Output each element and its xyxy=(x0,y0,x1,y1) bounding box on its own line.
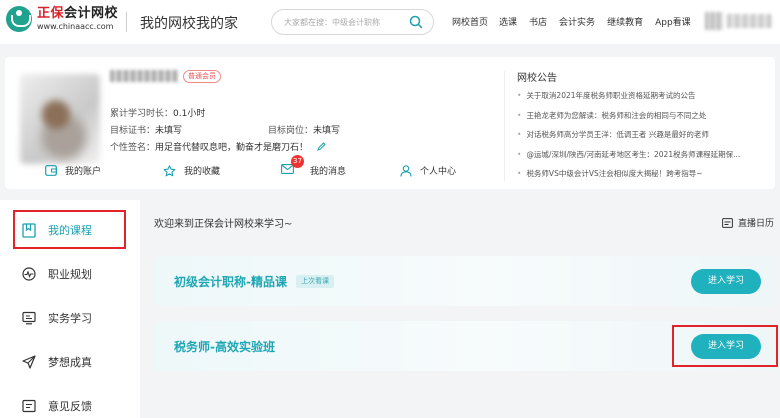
edit-icon[interactable] xyxy=(317,142,326,151)
search-input[interactable] xyxy=(284,15,404,29)
wallet-icon xyxy=(45,165,57,176)
study-time-value: 0.1小时 xyxy=(173,109,206,119)
sidebar-item-career-planning[interactable]: 职业规划 xyxy=(0,254,140,294)
course-name[interactable]: 税务师-高效实验班 xyxy=(174,338,275,355)
live-calendar-link[interactable]: 直播日历 xyxy=(722,216,774,229)
study-time: 累计学习时长：0.1小时 xyxy=(110,106,205,119)
course-card[interactable]: 初级会计职称-精品课 上次看课 进入学习 xyxy=(154,256,776,306)
highlight-outline xyxy=(13,210,126,249)
target-post-value: 未填写 xyxy=(313,126,341,136)
message-count-badge: 37 xyxy=(291,155,304,168)
quick-link-personal-center[interactable]: 个人中心 xyxy=(400,164,456,177)
signature-value: 用足音代替叹息吧，勤奋才是磨刀石！ xyxy=(155,143,309,153)
course-name[interactable]: 初级会计职称-精品课 xyxy=(174,273,287,290)
nav-bookstore[interactable]: 书店 xyxy=(529,15,547,28)
target-cert: 目标证书：未填写 xyxy=(110,123,182,136)
feedback-icon xyxy=(22,399,36,413)
welcome-text: 欢迎来到正保会计网校来学习~ xyxy=(154,219,293,230)
last-watched-tag: 上次看课 xyxy=(296,275,334,288)
avatar[interactable] xyxy=(20,74,100,164)
logo-name: 会计网校 xyxy=(64,6,119,21)
top-nav: 网校首页 选课 书店 会计实务 继续教育 App看课 xyxy=(452,15,703,28)
site-logo[interactable]: 正保会计网校 www.chinaacc.com xyxy=(6,6,118,32)
highlight-outline xyxy=(672,325,778,367)
sidebar-item-label: 职业规划 xyxy=(48,268,92,281)
nav-app-course[interactable]: App看课 xyxy=(655,15,691,28)
quick-link-label: 我的收藏 xyxy=(184,167,221,177)
star-icon xyxy=(163,164,176,176)
notice-list: 关于取消2021年度税务师职业资格延期考试的公告 王艳龙老师为您解读：税务师和注… xyxy=(517,90,762,188)
quick-link-favorites[interactable]: 我的收藏 xyxy=(163,164,220,177)
target-cert-value: 未填写 xyxy=(155,126,183,136)
notice-item[interactable]: 对话税务师高分学员王洋：低调王者 兴趣是最好的老师 xyxy=(517,129,762,149)
logo-url: www.chinaacc.com xyxy=(37,22,114,31)
target-post-label: 目标岗位： xyxy=(268,126,314,136)
notice-item[interactable]: 王艳龙老师为您解读：税务师和注会的相同与不同之处 xyxy=(517,110,762,130)
sidebar-item-label: 实务学习 xyxy=(48,312,92,325)
username xyxy=(110,70,178,82)
sidebar: 我的课程 职业规划 实务学习 梦想成真 意见反馈 xyxy=(0,200,140,418)
header-avatar[interactable] xyxy=(705,12,723,30)
member-badge: 普通会员 xyxy=(183,70,221,83)
notice-item[interactable]: @运城/深圳/陕西/河南延考地区考生：2021税务师课程延期保... xyxy=(517,149,762,169)
pulse-icon xyxy=(22,267,36,281)
sidebar-item-feedback[interactable]: 意见反馈 xyxy=(0,386,140,418)
profile-card: 普通会员 累计学习时长：0.1小时 目标证书：未填写 目标岗位：未填写 个性签名… xyxy=(5,57,775,189)
study-time-label: 累计学习时长： xyxy=(110,109,174,119)
nav-accounting-practice[interactable]: 会计实务 xyxy=(559,15,595,28)
notice-item[interactable]: 关于取消2021年度税务师职业资格延期考试的公告 xyxy=(517,90,762,110)
quick-link-label: 我的消息 xyxy=(310,167,347,177)
quick-link-label: 我的账户 xyxy=(65,167,102,177)
enter-study-button[interactable]: 进入学习 xyxy=(691,269,761,294)
nav-continuing-education[interactable]: 继续教育 xyxy=(607,15,643,28)
target-post: 目标岗位：未填写 xyxy=(268,123,340,136)
sidebar-item-label: 意见反馈 xyxy=(48,400,92,413)
person-icon xyxy=(400,164,412,177)
signature: 个性签名：用足音代替叹息吧，勤奋才是磨刀石！ xyxy=(110,140,326,153)
logo-icon xyxy=(6,6,32,32)
logo-brand: 正保 xyxy=(37,6,65,21)
send-icon xyxy=(22,355,36,369)
calendar-icon xyxy=(722,217,733,228)
nav-select-course[interactable]: 选课 xyxy=(499,15,517,28)
monitor-icon xyxy=(22,311,36,325)
quick-link-messages[interactable]: 37 我的消息 xyxy=(281,155,347,177)
quick-link-label: 个人中心 xyxy=(420,167,457,177)
page-slogan: 我的网校我的家 xyxy=(140,16,238,32)
calendar-label: 直播日历 xyxy=(738,219,775,229)
top-header: 正保会计网校 www.chinaacc.com 我的网校我的家 网校首页 选课 … xyxy=(0,0,780,44)
sidebar-item-practice-learning[interactable]: 实务学习 xyxy=(0,298,140,338)
notice-item[interactable]: 税务师VS中级会计VS注会相似度大揭秘！跨考指导~ xyxy=(517,168,762,188)
sidebar-item-label: 梦想成真 xyxy=(48,356,92,369)
search-icon[interactable] xyxy=(409,15,423,29)
signature-label: 个性签名： xyxy=(110,143,156,153)
header-username[interactable] xyxy=(727,14,772,28)
sidebar-item-dream-come-true[interactable]: 梦想成真 xyxy=(0,342,140,382)
profile-divider xyxy=(504,71,505,181)
notice-title: 网校公告 xyxy=(517,73,557,84)
header-divider xyxy=(126,12,127,32)
target-cert-label: 目标证书： xyxy=(110,126,156,136)
search-box xyxy=(271,9,434,35)
nav-home[interactable]: 网校首页 xyxy=(452,15,488,28)
quick-link-account[interactable]: 我的账户 xyxy=(45,164,101,177)
